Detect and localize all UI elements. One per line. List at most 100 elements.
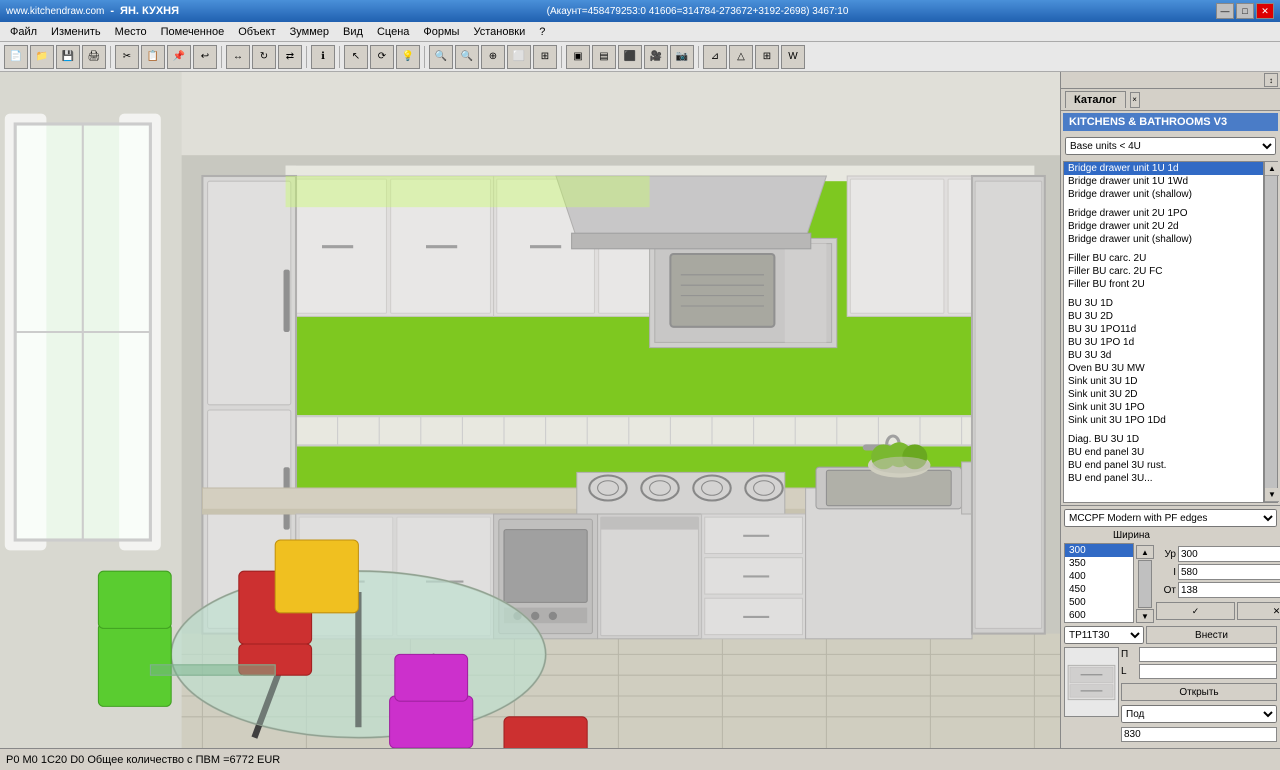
insert-code-select[interactable]: TP11T30 (1064, 626, 1144, 644)
menu-item-место[interactable]: Место (109, 24, 153, 40)
catalog-item-4[interactable]: Bridge drawer unit 2U 1PO (1064, 207, 1263, 220)
catalog-item-18[interactable]: Sink unit 3U 1D (1064, 375, 1263, 388)
size-input-ot[interactable] (1178, 582, 1280, 598)
catalog-item-0[interactable]: Bridge drawer unit 1U 1d (1064, 162, 1263, 175)
view-btn-3[interactable]: ⬛ (618, 45, 642, 69)
catalog-item-14[interactable]: BU 3U 1PO11d (1064, 323, 1263, 336)
cut-button[interactable]: ✂ (115, 45, 139, 69)
close-button[interactable]: ✕ (1256, 3, 1274, 19)
menu-item-?[interactable]: ? (533, 24, 551, 40)
save-button[interactable]: 💾 (56, 45, 80, 69)
value-830-input[interactable] (1121, 727, 1277, 742)
catalog-item-17[interactable]: Oven BU 3U MW (1064, 362, 1263, 375)
mirror-button[interactable]: ⇄ (278, 45, 302, 69)
size-item-350[interactable]: 350 (1065, 557, 1133, 570)
menu-item-сцена[interactable]: Сцена (371, 24, 415, 40)
catalog-item-25[interactable]: BU end panel 3U rust. (1064, 459, 1263, 472)
view-btn-4[interactable]: 🎥 (644, 45, 668, 69)
catalog-item-8[interactable]: Filler BU carc. 2U (1064, 252, 1263, 265)
open-button[interactable]: 📁 (30, 45, 54, 69)
catalog-item-19[interactable]: Sink unit 3U 2D (1064, 388, 1263, 401)
catalog-item-10[interactable]: Filler BU front 2U (1064, 278, 1263, 291)
view-btn-2[interactable]: ▤ (592, 45, 616, 69)
refresh-button[interactable]: ⟳ (370, 45, 394, 69)
menu-item-изменить[interactable]: Изменить (45, 24, 107, 40)
info-button[interactable]: ℹ (311, 45, 335, 69)
size-input-ur[interactable] (1178, 546, 1280, 562)
window-controls: — □ ✕ (1216, 3, 1274, 19)
extra-btn-4[interactable]: W (781, 45, 805, 69)
view-btn-5[interactable]: 📷 (670, 45, 694, 69)
size-item-500[interactable]: 500 (1065, 596, 1133, 609)
size-input-i[interactable] (1178, 564, 1280, 580)
catalog-item-1[interactable]: Bridge drawer unit 1U 1Wd (1064, 175, 1263, 188)
open-button[interactable]: Открыть (1121, 683, 1277, 701)
zoom-custom-button[interactable]: ⊞ (533, 45, 557, 69)
rotate-button[interactable]: ↻ (252, 45, 276, 69)
size-item-600[interactable]: 600 (1065, 609, 1133, 622)
maximize-button[interactable]: □ (1236, 3, 1254, 19)
menu-item-зуммер[interactable]: Зуммер (284, 24, 335, 40)
preview-p-input[interactable] (1139, 647, 1277, 662)
catalog-scroll-down[interactable]: ▼ (1265, 488, 1279, 502)
catalog-item-26[interactable]: BU end panel 3U... (1064, 472, 1263, 485)
size-item-300[interactable]: 300 (1065, 544, 1133, 557)
catalog-item-5[interactable]: Bridge drawer unit 2U 2d (1064, 220, 1263, 233)
size-item-400[interactable]: 400 (1065, 570, 1133, 583)
size-apply-btn[interactable]: ✓ (1156, 602, 1235, 620)
catalog-tab[interactable]: Каталог (1065, 91, 1126, 108)
zoom-all-button[interactable]: ⊕ (481, 45, 505, 69)
menu-item-объект[interactable]: Объект (232, 24, 281, 40)
zoom-win-button[interactable]: ⬜ (507, 45, 531, 69)
catalog-list[interactable]: Bridge drawer unit 1U 1dBridge drawer un… (1063, 161, 1264, 503)
move-button[interactable]: ↔ (226, 45, 250, 69)
insert-button[interactable]: Внести (1146, 626, 1277, 644)
view-btn-1[interactable]: ▣ (566, 45, 590, 69)
viewport[interactable] (0, 72, 1060, 748)
catalog-item-12[interactable]: BU 3U 1D (1064, 297, 1263, 310)
extra-btn-1[interactable]: ⊿ (703, 45, 727, 69)
catalog-item-2[interactable]: Bridge drawer unit (shallow) (1064, 188, 1263, 201)
menu-item-вид[interactable]: Вид (337, 24, 369, 40)
bottom-panel: MCCPF Modern with PF edges Ширина 300350… (1061, 505, 1280, 748)
lamp-button[interactable]: 💡 (396, 45, 420, 69)
size-cancel-btn[interactable]: ✕ (1237, 602, 1280, 620)
print-button[interactable]: 🖨 (82, 45, 106, 69)
catalog-item-9[interactable]: Filler BU carc. 2U FC (1064, 265, 1263, 278)
catalog-filter-select[interactable]: Base units < 4U (1065, 137, 1276, 155)
catalog-item-23[interactable]: Diag. BU 3U 1D (1064, 433, 1263, 446)
catalog-filter: Base units < 4U (1063, 135, 1278, 157)
catalog-scrollbar[interactable]: ▲ ▼ (1264, 161, 1278, 503)
style-select[interactable]: MCCPF Modern with PF edges (1064, 509, 1277, 527)
catalog-item-6[interactable]: Bridge drawer unit (shallow) (1064, 233, 1263, 246)
catalog-item-21[interactable]: Sink unit 3U 1PO 1Dd (1064, 414, 1263, 427)
extra-btn-3[interactable]: ⊞ (755, 45, 779, 69)
undo-button[interactable]: ↩ (193, 45, 217, 69)
pod-select[interactable]: Под (1121, 705, 1277, 723)
zoom-in-button[interactable]: 🔍 (429, 45, 453, 69)
catalog-item-20[interactable]: Sink unit 3U 1PO (1064, 401, 1263, 414)
paste-button[interactable]: 📌 (167, 45, 191, 69)
minimize-button[interactable]: — (1216, 3, 1234, 19)
cursor-button[interactable]: ↖ (344, 45, 368, 69)
preview-l-input[interactable] (1139, 664, 1277, 679)
catalog-scroll-up[interactable]: ▲ (1265, 162, 1279, 176)
panel-icon-1[interactable]: ↕ (1264, 73, 1278, 87)
catalog-item-15[interactable]: BU 3U 1PO 1d (1064, 336, 1263, 349)
size-item-450[interactable]: 450 (1065, 583, 1133, 596)
size-list[interactable]: 300350400450500600 (1064, 543, 1134, 623)
size-scroll-down[interactable]: ▼ (1136, 609, 1154, 623)
extra-btn-2[interactable]: △ (729, 45, 753, 69)
menu-item-файл[interactable]: Файл (4, 24, 43, 40)
copy-button[interactable]: 📋 (141, 45, 165, 69)
new-button[interactable]: 📄 (4, 45, 28, 69)
catalog-tab-close[interactable]: × (1130, 92, 1140, 108)
zoom-out-button[interactable]: 🔍 (455, 45, 479, 69)
menu-item-формы[interactable]: Формы (417, 24, 465, 40)
size-scroll-up[interactable]: ▲ (1136, 545, 1154, 559)
catalog-item-24[interactable]: BU end panel 3U (1064, 446, 1263, 459)
menu-item-помеченное[interactable]: Помеченное (155, 24, 231, 40)
catalog-item-13[interactable]: BU 3U 2D (1064, 310, 1263, 323)
catalog-item-16[interactable]: BU 3U 3d (1064, 349, 1263, 362)
menu-item-установки[interactable]: Установки (467, 24, 531, 40)
